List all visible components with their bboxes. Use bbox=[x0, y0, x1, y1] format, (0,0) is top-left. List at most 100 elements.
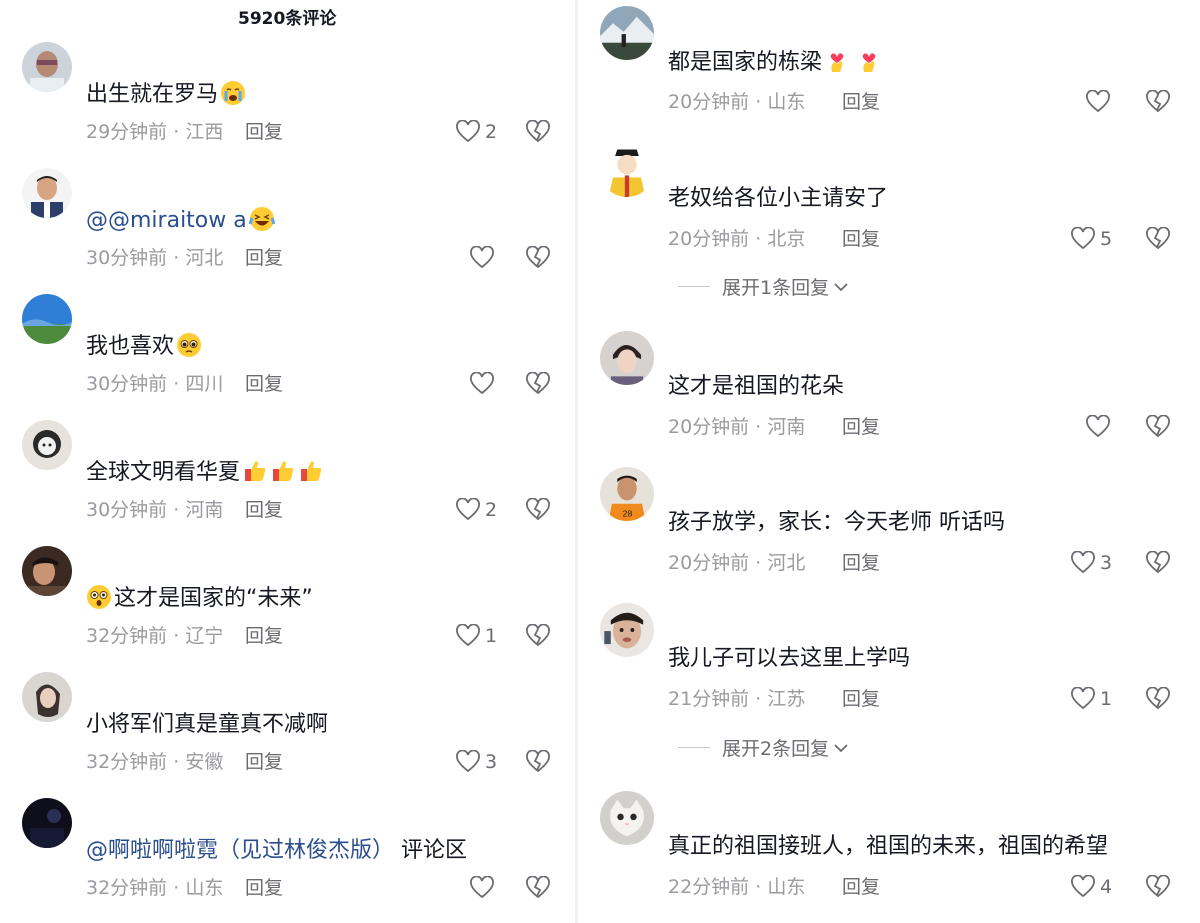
like-button[interactable] bbox=[1085, 90, 1115, 114]
like-button[interactable] bbox=[469, 372, 499, 396]
reply-button[interactable]: 回复 bbox=[245, 750, 283, 774]
comment-meta: 30分钟前 · 河北 bbox=[86, 247, 224, 269]
laughing-tears-emoji-icon bbox=[248, 206, 275, 232]
comment-meta: 30分钟前 · 四川 bbox=[86, 373, 224, 395]
reply-button[interactable]: 回复 bbox=[842, 875, 880, 899]
like-button[interactable] bbox=[1085, 415, 1115, 439]
comment-count-title: 5920条评论 bbox=[238, 9, 337, 29]
heart-icon bbox=[1086, 415, 1110, 438]
dislike-button[interactable] bbox=[525, 498, 551, 522]
heart-icon bbox=[456, 624, 480, 647]
like-button[interactable] bbox=[469, 876, 499, 900]
dislike-button[interactable] bbox=[1145, 227, 1171, 251]
reply-button[interactable]: 回复 bbox=[842, 551, 880, 575]
like-count: 3 bbox=[485, 751, 498, 773]
avatar[interactable] bbox=[22, 420, 72, 470]
dislike-button[interactable] bbox=[1145, 90, 1171, 114]
avatar[interactable] bbox=[22, 168, 72, 218]
right-comment-panel: 都是国家的栋梁 20分钟前 · 山东 回复 老奴给各位小主请安了 20分钟前 ·… bbox=[578, 0, 1200, 923]
avatar[interactable] bbox=[600, 603, 654, 657]
broken-heart-icon bbox=[1146, 551, 1170, 574]
comment-meta: 20分钟前 · 河北 bbox=[668, 552, 806, 574]
broken-heart-icon bbox=[1146, 90, 1170, 113]
broken-heart-icon bbox=[1146, 415, 1170, 438]
comment-text: 老奴给各位小主请安了 bbox=[668, 186, 889, 211]
avatar[interactable] bbox=[22, 42, 72, 92]
mention-link[interactable]: @@miraitow a bbox=[86, 208, 247, 233]
avatar[interactable] bbox=[22, 672, 72, 722]
avatar[interactable] bbox=[22, 546, 72, 596]
dislike-button[interactable] bbox=[525, 750, 551, 774]
heart-icon bbox=[1071, 551, 1095, 574]
like-button[interactable]: 1 bbox=[455, 624, 497, 648]
reply-button[interactable]: 回复 bbox=[245, 498, 283, 522]
broken-heart-icon bbox=[526, 246, 550, 269]
broken-heart-icon bbox=[526, 372, 550, 395]
comment-meta: 32分钟前 · 山东 bbox=[86, 877, 224, 899]
comment-text: 我儿子可以去这里上学吗 bbox=[668, 646, 911, 671]
like-button[interactable] bbox=[469, 246, 499, 270]
like-button[interactable]: 2 bbox=[455, 498, 497, 522]
reply-button[interactable]: 回复 bbox=[245, 372, 283, 396]
dislike-button[interactable] bbox=[1145, 687, 1171, 711]
heart-icon bbox=[1071, 227, 1095, 250]
avatar[interactable] bbox=[600, 331, 654, 385]
avatar[interactable] bbox=[22, 294, 72, 344]
comment-meta: 29分钟前 · 江西 bbox=[86, 121, 224, 143]
like-button[interactable]: 3 bbox=[455, 750, 497, 774]
like-button[interactable]: 4 bbox=[1070, 875, 1112, 899]
astonished-face-emoji-icon bbox=[86, 584, 112, 610]
avatar[interactable] bbox=[600, 143, 654, 197]
like-button[interactable]: 2 bbox=[455, 120, 497, 144]
avatar[interactable]: 28 bbox=[600, 467, 654, 521]
like-count: 3 bbox=[1100, 552, 1113, 574]
comment-text: 小将军们真是童真不减啊 bbox=[86, 712, 329, 737]
comment-text: 这才是祖国的花朵 bbox=[668, 374, 845, 399]
avatar[interactable] bbox=[22, 798, 72, 848]
broken-heart-icon bbox=[1146, 227, 1170, 250]
like-count: 4 bbox=[1100, 876, 1113, 898]
heart-icon bbox=[1071, 687, 1095, 710]
like-button[interactable]: 1 bbox=[1070, 687, 1112, 711]
expand-replies-label: 展开1条回复 bbox=[722, 277, 830, 299]
comment-meta: 20分钟前 · 山东 bbox=[668, 91, 806, 113]
reply-button[interactable]: 回复 bbox=[842, 227, 880, 251]
reply-button[interactable]: 回复 bbox=[245, 624, 283, 648]
avatar[interactable] bbox=[600, 6, 654, 60]
comment-text: 都是国家的栋梁 bbox=[668, 48, 882, 78]
comment-text: 孩子放学，家长：今天老师 听话吗 bbox=[668, 510, 1005, 535]
dislike-button[interactable] bbox=[525, 876, 551, 900]
comment-text: 全球文明看华夏 bbox=[86, 458, 324, 488]
reply-button[interactable]: 回复 bbox=[842, 687, 880, 711]
thumbs-up-emoji-icon bbox=[242, 458, 268, 484]
dislike-button[interactable] bbox=[525, 246, 551, 270]
reply-button[interactable]: 回复 bbox=[842, 415, 880, 439]
comment-text: 真正的祖国接班人，祖国的未来，祖国的希望 bbox=[668, 834, 1109, 859]
dislike-button[interactable] bbox=[525, 624, 551, 648]
like-button[interactable]: 5 bbox=[1070, 227, 1112, 251]
svg-text:28: 28 bbox=[623, 509, 633, 519]
comment-text: @@miraitow a bbox=[86, 206, 275, 236]
expand-replies-button[interactable]: 展开1条回复 bbox=[678, 273, 849, 300]
chevron-down-icon bbox=[834, 743, 848, 752]
dislike-button[interactable] bbox=[525, 120, 551, 144]
mention-link[interactable]: @啊啦啊啦霓（见过林俊杰版） bbox=[86, 838, 394, 863]
reply-button[interactable]: 回复 bbox=[245, 120, 283, 144]
chevron-down-icon bbox=[834, 282, 848, 291]
dislike-button[interactable] bbox=[1145, 551, 1171, 575]
comment-text: 我也喜欢 bbox=[86, 332, 202, 362]
like-button[interactable]: 3 bbox=[1070, 551, 1112, 575]
reply-button[interactable]: 回复 bbox=[245, 876, 283, 900]
expand-replies-button[interactable]: 展开2条回复 bbox=[678, 734, 849, 761]
comment-text: @啊啦啊啦霓（见过林俊杰版） 评论区 bbox=[86, 838, 468, 863]
thumbs-up-emoji-icon bbox=[298, 458, 324, 484]
heart-icon bbox=[470, 372, 494, 395]
avatar[interactable] bbox=[600, 791, 654, 845]
broken-heart-icon bbox=[526, 876, 550, 899]
reply-button[interactable]: 回复 bbox=[245, 246, 283, 270]
dislike-button[interactable] bbox=[1145, 415, 1171, 439]
left-comment-panel: 5920条评论 出生就在罗马 29分钟前 · 江西 回复 2 @@miraito… bbox=[0, 0, 578, 923]
dislike-button[interactable] bbox=[1145, 875, 1171, 899]
reply-button[interactable]: 回复 bbox=[842, 90, 880, 114]
dislike-button[interactable] bbox=[525, 372, 551, 396]
